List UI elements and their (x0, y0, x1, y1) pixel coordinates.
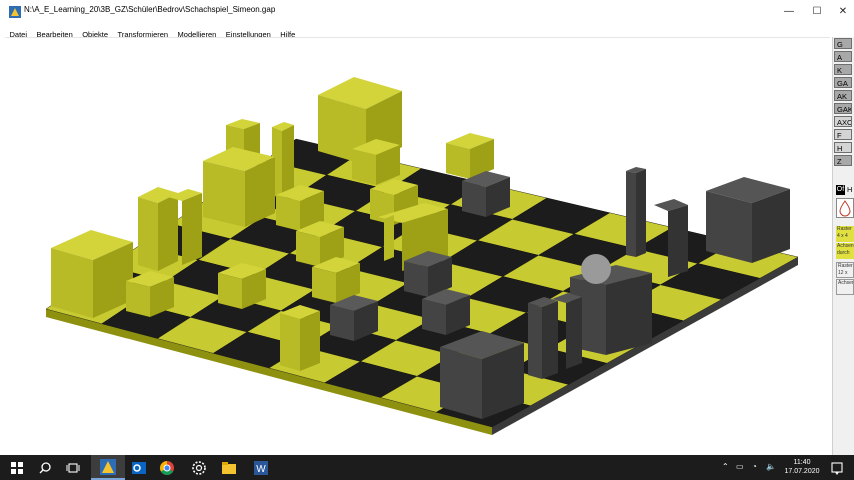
axes-panel-2[interactable]: Achsen (836, 279, 854, 295)
taskbar-app-geometry[interactable] (91, 455, 125, 480)
view-button-k[interactable]: K (834, 64, 852, 75)
grid-panel-2-value: 12 x 12 (838, 270, 848, 276)
windows-start-icon[interactable] (8, 459, 26, 477)
grid-panel-2[interactable]: Raster 12 x 12 (836, 262, 854, 278)
taskbar: W ⌃ ▭ ◔ 🔈 11:40 17.07.2020 (0, 455, 854, 480)
view-button-a[interactable]: A (834, 51, 852, 62)
grid-panel-1-value: 4 x 4 (837, 233, 848, 239)
drop-icon (839, 200, 851, 217)
taskbar-clock[interactable]: 11:40 17.07.2020 (780, 458, 824, 476)
dark-rook-right (706, 177, 790, 263)
notification-icon[interactable] (828, 459, 846, 477)
object-type-toggle[interactable]: Of (836, 185, 845, 195)
axes-panel-1-title: Achsen (837, 243, 854, 249)
clock-time: 11:40 (793, 459, 811, 466)
yellow-queen-block (203, 147, 275, 227)
chrome-icon[interactable] (158, 459, 176, 477)
search-icon[interactable] (36, 459, 54, 477)
view-button-f[interactable]: F (834, 129, 852, 140)
view-button-z[interactable]: Z (834, 155, 852, 166)
view-button-ak[interactable]: AK (834, 90, 852, 101)
color-drop-button[interactable] (836, 198, 854, 218)
view-button-g[interactable]: G (834, 38, 852, 49)
geometry-app-icon (100, 459, 116, 475)
menu-bar: Datei Bearbeiten Objekte Transformieren … (0, 24, 854, 39)
view-button-ga[interactable]: GA (834, 77, 852, 88)
view-button-h[interactable]: H (834, 142, 852, 153)
settings-gear-icon[interactable] (190, 459, 208, 477)
yellow-rook-front-left (51, 230, 133, 318)
queen-sphere (581, 254, 611, 284)
viewport-3d[interactable] (5, 37, 830, 456)
chess-scene[interactable] (5, 38, 830, 456)
word-icon[interactable]: W (252, 459, 270, 477)
task-view-icon[interactable] (64, 459, 82, 477)
clock-date: 17.07.2020 (784, 468, 820, 475)
axes-panel-1-value: durch (837, 250, 850, 256)
axes-panel-1[interactable]: Achsen durch (836, 243, 854, 259)
close-button[interactable]: ✕ (828, 0, 854, 24)
wifi-icon[interactable]: ◔ (752, 462, 757, 471)
h-label: H (847, 185, 853, 194)
svg-text:W: W (256, 464, 266, 475)
outlook-icon[interactable] (130, 459, 148, 477)
window-title: N:\A_E_Learning_20\3B_GZ\Schüler\Bedrov\… (24, 5, 276, 14)
view-button-axo[interactable]: AXO (834, 116, 852, 127)
yellow-bishop-left (138, 187, 202, 271)
grid-panel-1[interactable]: Raster 4 x 4 (836, 226, 854, 242)
grid-panel-2-title: Raster (838, 263, 853, 269)
grid-panel-1-title: Raster (837, 226, 852, 232)
minimize-button[interactable]: — (774, 0, 804, 24)
title-bar: N:\A_E_Learning_20\3B_GZ\Schüler\Bedrov\… (0, 0, 854, 24)
chevron-up-icon[interactable]: ⌃ (722, 462, 729, 471)
dark-rook-front (440, 331, 524, 419)
axes-panel-2-title: Achsen (838, 280, 854, 286)
view-button-gak[interactable]: GAK (834, 103, 852, 114)
app-icon (9, 6, 21, 18)
file-explorer-icon[interactable] (220, 459, 238, 477)
yellow-knight-front (280, 305, 320, 371)
sound-icon[interactable]: 🔈 (766, 462, 776, 471)
network-icon[interactable]: ▭ (736, 462, 744, 471)
